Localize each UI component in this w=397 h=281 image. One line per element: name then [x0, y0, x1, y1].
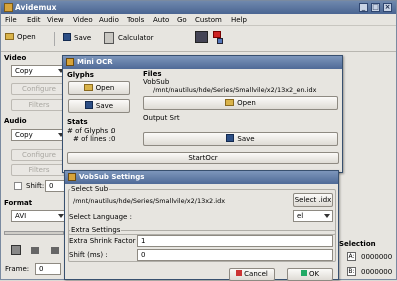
vobsub-open-button[interactable]: Open: [143, 96, 338, 110]
menu-view[interactable]: View: [47, 16, 64, 24]
mini-ocr-titlebar[interactable]: Mini OCR: [63, 56, 342, 69]
select-idx-button[interactable]: Select .idx: [293, 193, 333, 207]
output-icon[interactable]: [217, 38, 223, 44]
glyph-count-value: 0: [111, 127, 116, 135]
select-sub-label: Select Sub: [70, 185, 110, 193]
toolbar-save-button[interactable]: Save: [63, 33, 91, 42]
timeline-slider[interactable]: [4, 231, 64, 235]
menubar: File Edit View Video Audio Tools Auto Go…: [1, 14, 396, 26]
display-icon[interactable]: [195, 31, 208, 43]
audio-codec-select[interactable]: Copy: [11, 129, 67, 141]
ok-button[interactable]: OK: [287, 268, 333, 281]
save-icon: [226, 134, 235, 142]
menu-tools[interactable]: Tools: [127, 16, 144, 24]
video-filters-button[interactable]: Filters: [11, 99, 67, 111]
audio-configure-button[interactable]: Configure: [11, 149, 67, 161]
lines-count-label: # of lines :: [73, 135, 111, 143]
folder-icon: [5, 33, 14, 40]
menu-file[interactable]: File: [5, 16, 17, 24]
frame-label: Frame:: [5, 265, 30, 273]
video-configure-button[interactable]: Configure: [11, 83, 67, 95]
cancel-button[interactable]: Cancel: [229, 268, 275, 281]
audio-section-label: Audio: [4, 117, 27, 125]
folder-icon: [225, 99, 235, 106]
ok-icon: [300, 270, 307, 276]
calculator-icon: [104, 32, 114, 44]
main-title: Avidemux: [15, 3, 57, 12]
folder-icon: [83, 84, 93, 91]
main-toolbar: Open Save Calculator: [1, 26, 396, 52]
toolbar-separator: [54, 32, 55, 46]
maximize-icon[interactable]: □: [371, 3, 380, 12]
shift-label: Shift:: [26, 182, 45, 190]
dialog-icon: [66, 58, 74, 66]
rewind-icon[interactable]: [31, 247, 39, 254]
selection-b-value: 0000000: [361, 268, 393, 276]
menu-video[interactable]: Video: [73, 16, 93, 24]
menu-go[interactable]: Go: [177, 16, 187, 24]
language-label: Select Language :: [69, 213, 132, 221]
play-icon[interactable]: [11, 245, 21, 255]
vobsub-label: VobSub: [143, 78, 170, 86]
language-select[interactable]: el: [293, 210, 333, 222]
minimize-icon[interactable]: _: [359, 3, 368, 12]
shift-ms-field[interactable]: 0: [137, 249, 333, 261]
selection-b-button[interactable]: B:: [347, 267, 356, 276]
files-label: Files: [143, 70, 162, 78]
vobsub-path-text: /mnt/nautilus/hde/Series/Smallvile/x2/13…: [73, 197, 226, 205]
main-titlebar[interactable]: Avidemux _ □ ×: [1, 1, 396, 14]
vobsub-title: VobSub Settings: [79, 173, 145, 181]
start-ocr-button[interactable]: StartOcr: [67, 152, 339, 164]
lines-count-value: 0: [111, 135, 116, 143]
vobsub-path: /mnt/nautilus/hde/Series/Smallvile/x2/13…: [153, 86, 317, 94]
selection-a-value: 0000000: [361, 253, 393, 261]
frame-field[interactable]: 0: [35, 263, 61, 275]
mini-ocr-title: Mini OCR: [77, 58, 113, 66]
toolbar-calculator-button[interactable]: Calculator: [118, 34, 154, 42]
selection-label: Selection: [339, 240, 376, 248]
extra-settings-label: Extra Settings: [70, 226, 122, 234]
audio-filters-button[interactable]: Filters: [11, 164, 67, 176]
output-srt-label: Output Srt: [143, 114, 180, 122]
shift-checkbox[interactable]: [14, 182, 22, 190]
stop-icon[interactable]: [51, 247, 59, 254]
vobsub-titlebar[interactable]: VobSub Settings: [65, 171, 338, 184]
video-section-label: Video: [4, 54, 27, 62]
toolbar-open-button[interactable]: Open: [5, 33, 36, 41]
video-codec-select[interactable]: Copy: [11, 65, 67, 77]
format-select[interactable]: AVI: [11, 210, 67, 222]
menu-edit[interactable]: Edit: [27, 16, 41, 24]
save-icon: [84, 101, 93, 109]
menu-help[interactable]: Help: [231, 16, 247, 24]
glyphs-open-button[interactable]: Open: [68, 81, 130, 95]
menu-audio[interactable]: Audio: [99, 16, 119, 24]
cancel-icon: [236, 270, 243, 276]
glyphs-label: Glyphs: [67, 71, 94, 79]
preview-icon[interactable]: [213, 31, 221, 38]
output-save-button[interactable]: Save: [143, 132, 338, 146]
menu-custom[interactable]: Custom: [195, 16, 222, 24]
menu-auto[interactable]: Auto: [153, 16, 169, 24]
shrink-factor-field[interactable]: 1: [137, 235, 333, 247]
stats-label: Stats: [67, 118, 88, 126]
glyphs-save-button[interactable]: Save: [68, 99, 130, 113]
shift-ms-label: Shift (ms) :: [69, 251, 108, 259]
vobsub-settings-dialog: VobSub Settings Select Sub /mnt/nautilus…: [64, 170, 339, 281]
close-icon[interactable]: ×: [383, 3, 392, 12]
save-icon: [63, 33, 71, 41]
mini-ocr-dialog: Mini OCR Glyphs Open Save Stats # of Gly…: [62, 55, 343, 173]
selection-a-button[interactable]: A:: [347, 252, 356, 261]
format-section-label: Format: [4, 199, 33, 207]
shrink-label: Extra Shrink Factor :: [69, 237, 141, 245]
app-icon: [4, 3, 13, 12]
dialog-icon: [68, 173, 76, 181]
glyph-count-label: # of Glyphs :: [67, 127, 113, 135]
